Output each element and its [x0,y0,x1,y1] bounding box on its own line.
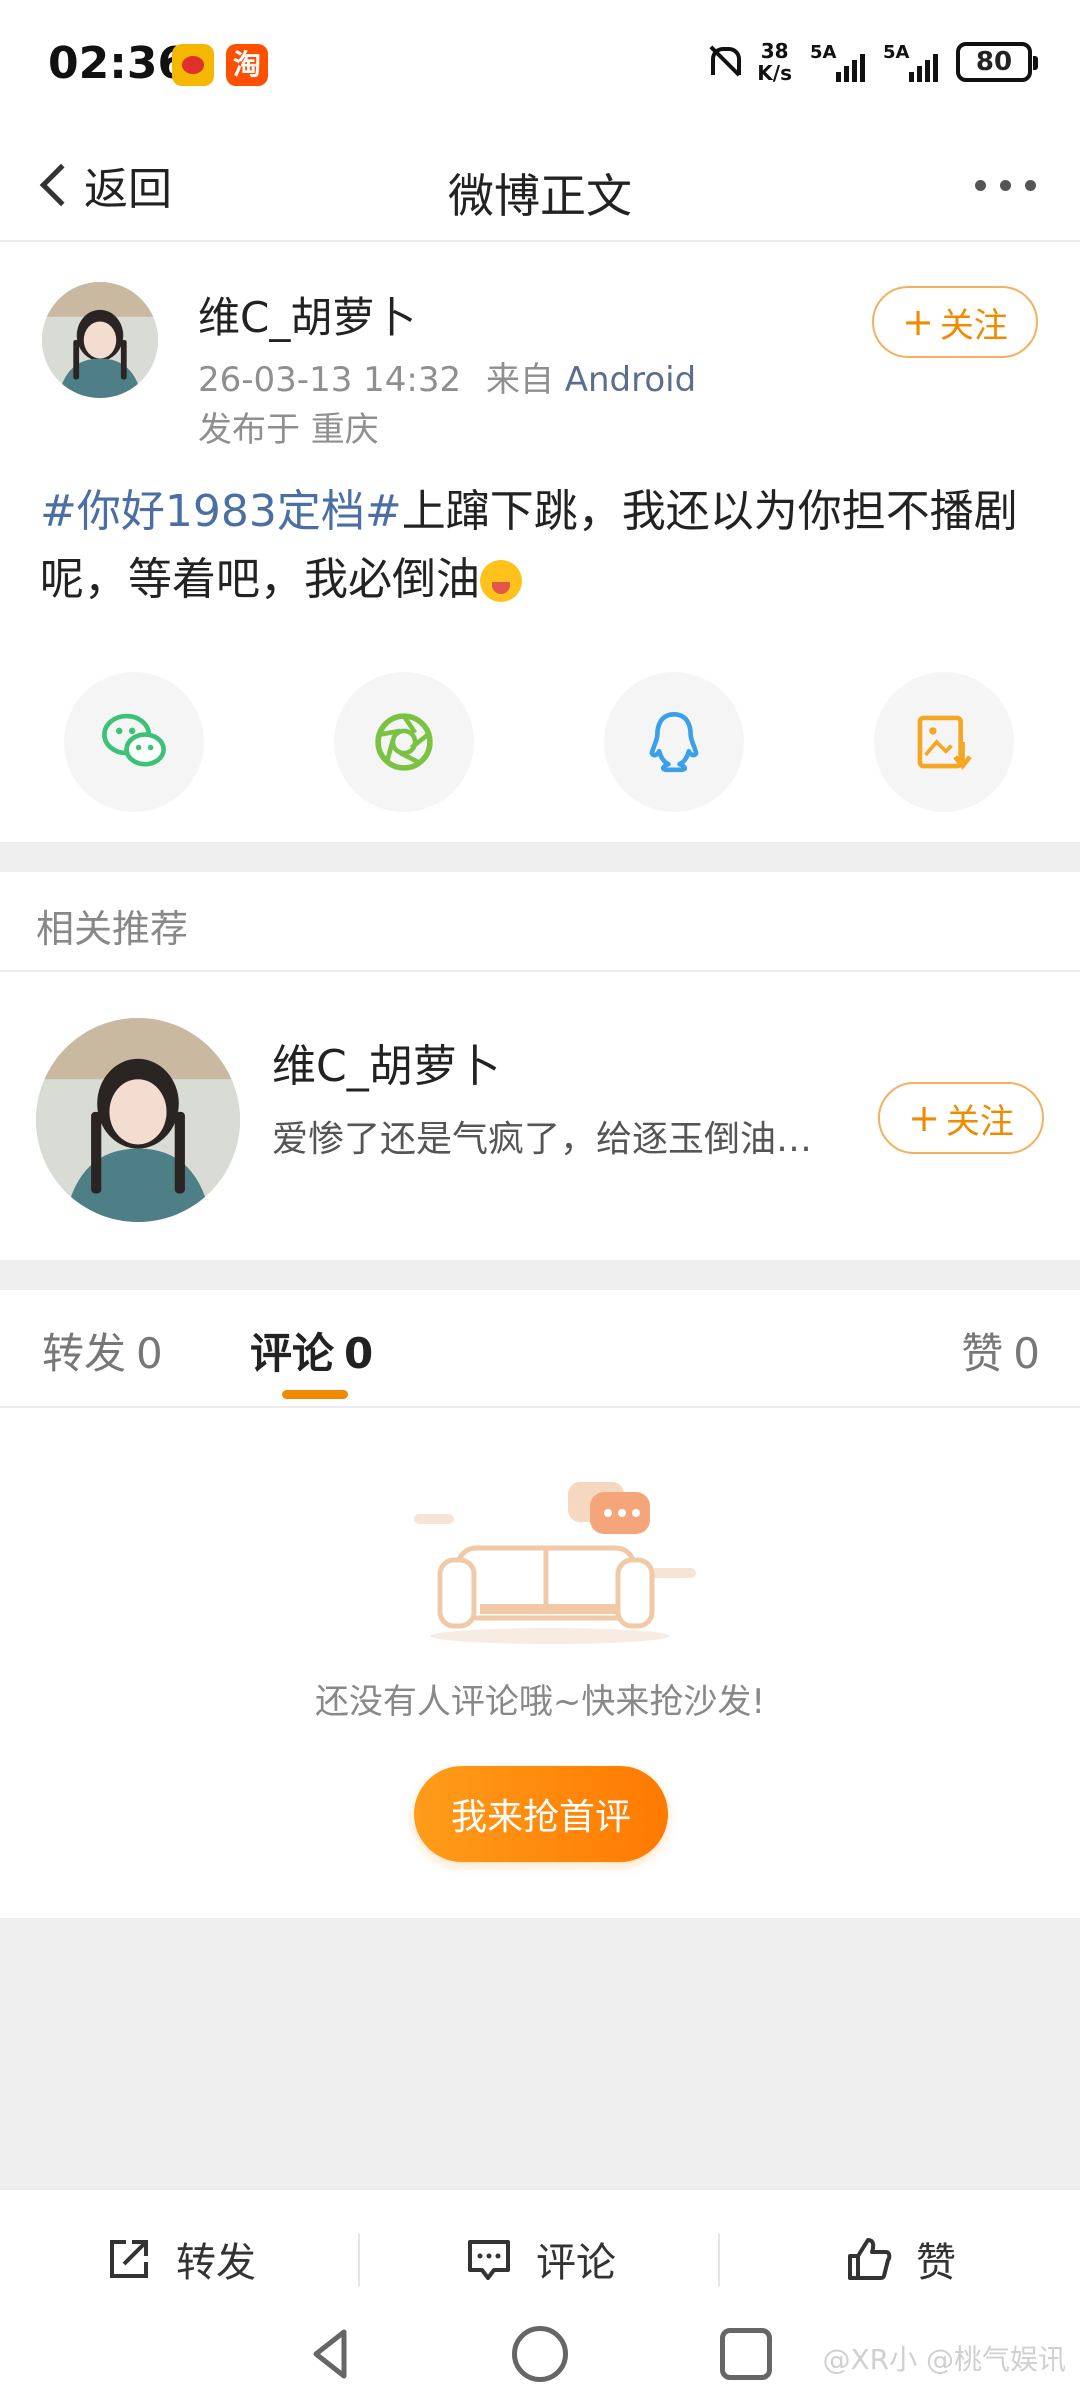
like-button[interactable]: 赞 [720,2190,1080,2328]
hashtag-link[interactable]: #你好1983定档# [40,486,402,537]
share-qq-button[interactable] [604,672,744,812]
system-nav-bar: @XR小 @桃气娱讯 [0,2326,1080,2390]
signal-icon: 5A [810,42,865,82]
author-name[interactable]: 维C_胡萝卜 [198,284,416,345]
wechat-icon [102,713,166,767]
like-label: 赞 [916,2240,956,2286]
taobao-app-icon: 淘 [226,44,268,86]
sofa-illustration-icon [414,1482,696,1644]
blank-area [0,1918,1080,2188]
tab-comment-label: 评论 [250,1329,335,1378]
moments-icon [375,713,433,771]
share-moments-button[interactable] [334,672,474,812]
network-speed-value: 38 [760,39,789,63]
repost-label: 转发 [176,2240,256,2286]
section-divider-2 [0,1260,1080,1290]
related-follow-button[interactable]: + 关注 [878,1082,1044,1154]
tab-repost[interactable]: 转发 0 [42,1320,163,1381]
related-follow-label: 关注 [945,1101,1014,1142]
repost-button[interactable]: 转发 [0,2190,360,2328]
repost-icon [110,2240,148,2278]
related-name[interactable]: 维C_胡萝卜 [272,1030,501,1094]
comment-button[interactable]: 评论 [360,2190,720,2328]
post-meta: 26-03-13 14:32 来自 Android [198,352,696,401]
tab-comment[interactable]: 评论 0 [250,1320,373,1381]
signal-label-2: 5A [883,42,910,63]
watermark: @XR小 @桃气娱讯 [822,2343,1066,2376]
system-home-icon[interactable] [512,2326,568,2382]
post-source: Android [564,360,697,400]
first-comment-button[interactable]: 我来抢首评 [414,1766,668,1862]
related-description: 爱惨了还是气疯了，给逐玉倒油… [272,1119,812,1160]
tongue-emoji-icon [480,560,522,602]
status-time: 02:36 [48,38,189,89]
post-location: 发布于 重庆 [198,410,379,450]
post-source-prefix: 来自 [485,360,554,400]
tab-repost-count: 0 [136,1329,163,1378]
system-recents-icon[interactable] [720,2328,772,2380]
page-title: 微博正文 [448,169,632,223]
comment-icon [468,2240,510,2280]
status-bar: 02:36 淘 38 K/s 5A 5A 80 [0,0,1080,130]
network-speed: 38 K/s [757,40,792,84]
related-avatar[interactable] [36,1018,240,1222]
tab-comment-count: 0 [344,1329,374,1378]
signal-icon-2: 5A [883,42,938,82]
save-image-icon [917,715,972,770]
follow-button[interactable]: + 关注 [872,286,1038,358]
empty-comments: 还没有人评论哦~快来抢沙发! 我来抢首评 [0,1408,1080,1918]
post-content: #你好1983定档#上蹿下跳，我还以为你担不播剧呢，等着吧，我必倒油 [40,478,1050,614]
related-header: 相关推荐 [0,872,1080,972]
section-divider [0,842,1080,872]
active-tab-indicator [282,1390,348,1399]
post: 维C_胡萝卜 26-03-13 14:32 来自 Android 发布于 重庆 … [0,242,1080,842]
qq-icon [649,711,699,773]
plus-icon: + [902,300,934,344]
mute-bell-icon [705,43,742,81]
interaction-tabs: 转发 0 评论 0 赞0 [0,1290,1080,1408]
signal-label: 5A [810,42,837,63]
related-header-label: 相关推荐 [36,907,189,951]
bottom-action-bar: 转发 评论 赞 [0,2188,1080,2326]
status-indicators: 38 K/s 5A 5A 80 [705,40,1038,84]
comment-label: 评论 [536,2240,616,2286]
tab-like-count: 0 [1013,1329,1040,1378]
battery-icon: 80 [956,42,1038,82]
system-back-icon[interactable] [304,2326,360,2382]
empty-message: 还没有人评论哦~快来抢沙发! [314,1682,766,1722]
nav-bar: 返回 微博正文 [0,130,1080,242]
share-row [0,672,1080,822]
weibo-app-icon [172,44,214,86]
author-avatar[interactable] [42,282,158,398]
more-options-icon[interactable] [965,170,1046,201]
post-date: 26-03-13 14:32 [198,360,462,400]
tab-repost-label: 转发 [42,1329,127,1378]
plus-icon: + [908,1096,940,1140]
share-wechat-button[interactable] [64,672,204,812]
related-card[interactable]: 维C_胡萝卜 爱惨了还是气疯了，给逐玉倒油… + 关注 [0,974,1080,1260]
save-image-button[interactable] [874,672,1014,812]
network-speed-unit: K/s [757,61,792,85]
follow-label: 关注 [939,305,1008,346]
thumbs-up-icon [848,2238,892,2280]
tab-like-label: 赞 [961,1329,1004,1378]
tab-like[interactable]: 赞0 [961,1320,1040,1381]
